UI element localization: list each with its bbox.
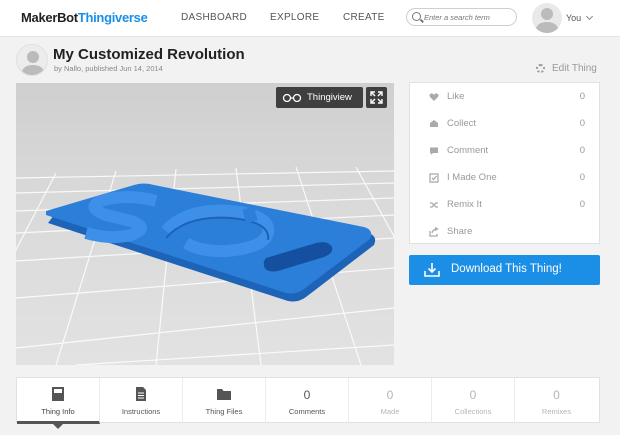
comment-action[interactable]: Comment 0 (410, 137, 601, 164)
remix-it-label: Remix It (447, 199, 482, 210)
folder-icon (217, 389, 231, 400)
thing-byline: by Nallo, published Jun 14, 2014 (54, 64, 163, 73)
remix-it-count: 0 (579, 199, 585, 210)
comment-count: 0 (579, 145, 585, 156)
tab-thing-files[interactable]: Thing Files (183, 378, 266, 424)
tab-thing-files-label: Thing Files (205, 407, 243, 416)
gear-icon (536, 64, 545, 73)
tab-thing-info-label: Thing Info (41, 407, 75, 416)
thingiview-button[interactable]: Thingiview (276, 87, 363, 108)
i-made-one-action[interactable]: I Made One 0 (410, 164, 601, 191)
share-action[interactable]: Share (410, 218, 601, 245)
comment-label: Comment (447, 145, 489, 156)
heart-icon (429, 93, 439, 101)
collect-icon (430, 120, 438, 127)
info-book-icon (52, 387, 64, 401)
tab-comments[interactable]: 0 Comments (266, 378, 349, 424)
share-icon (429, 227, 439, 237)
search-input[interactable] (424, 11, 514, 23)
user-name-label: You (566, 13, 582, 23)
model-plate (46, 183, 376, 302)
nav-create-link[interactable]: CREATE (343, 12, 385, 23)
document-icon (136, 387, 146, 401)
thingiview-label: Thingiview (307, 92, 352, 103)
share-label: Share (447, 226, 473, 237)
nav-dashboard-link[interactable]: DASHBOARD (181, 12, 247, 23)
collections-count: 0 (469, 388, 477, 402)
thing-title: My Customized Revolution (53, 46, 245, 63)
logo-makerbot-text: MakerBot (21, 10, 78, 25)
model-render (16, 166, 394, 365)
thing-tabs: Thing Info Instructions Thing Files 0 Co… (16, 377, 600, 429)
tab-comments-label: Comments (288, 407, 326, 416)
made-icon (429, 173, 439, 183)
user-avatar (532, 3, 562, 33)
search-icon (412, 12, 421, 21)
top-navigation: MakerBotThingiverse DASHBOARD EXPLORE CR… (0, 0, 620, 37)
tab-remixes-label: Remixes (541, 407, 572, 416)
i-made-one-count: 0 (579, 172, 585, 183)
remixes-count: 0 (553, 388, 560, 402)
like-count: 0 (579, 91, 585, 102)
thing-actions-panel: Like 0 Collect 0 Comment 0 I Made One 0 … (409, 82, 600, 244)
chevron-down-icon (585, 12, 594, 21)
active-tab-pointer (53, 424, 63, 429)
tab-remixes[interactable]: 0 Remixes (515, 378, 598, 424)
download-button[interactable]: Download This Thing! (409, 255, 600, 285)
user-menu[interactable]: You (532, 2, 598, 35)
tab-collections-label: Collections (454, 407, 492, 416)
comments-count: 0 (303, 388, 311, 402)
collect-count: 0 (579, 118, 585, 129)
tab-instructions-label: Instructions (121, 407, 161, 416)
search-box[interactable] (406, 8, 517, 26)
tab-made[interactable]: 0 Made (349, 378, 432, 424)
collect-action[interactable]: Collect 0 (410, 110, 601, 137)
tab-collections[interactable]: 0 Collections (432, 378, 515, 424)
tab-made-label: Made (380, 407, 400, 416)
comment-icon (430, 147, 438, 155)
made-count: 0 (386, 388, 394, 402)
fullscreen-button[interactable] (366, 87, 387, 108)
collect-label: Collect (447, 118, 477, 129)
like-label: Like (447, 91, 465, 102)
remix-icon (430, 202, 438, 208)
fullscreen-icon (370, 91, 383, 104)
tab-thing-info[interactable]: Thing Info (17, 378, 100, 424)
glasses-icon (282, 93, 302, 102)
download-icon (424, 263, 440, 277)
edit-thing-label: Edit Thing (552, 63, 597, 74)
download-label: Download This Thing! (451, 263, 562, 275)
creator-avatar[interactable] (16, 44, 48, 76)
nav-explore-link[interactable]: EXPLORE (270, 12, 319, 23)
i-made-one-label: I Made One (447, 172, 497, 183)
like-action[interactable]: Like 0 (410, 83, 601, 110)
makerbot-thingiverse-logo[interactable]: MakerBotThingiverse (21, 10, 148, 25)
tab-instructions[interactable]: Instructions (100, 378, 183, 424)
remix-it-action[interactable]: Remix It 0 (410, 191, 601, 218)
model-viewer[interactable] (16, 83, 394, 365)
logo-thingiverse-text: Thingiverse (77, 10, 148, 25)
